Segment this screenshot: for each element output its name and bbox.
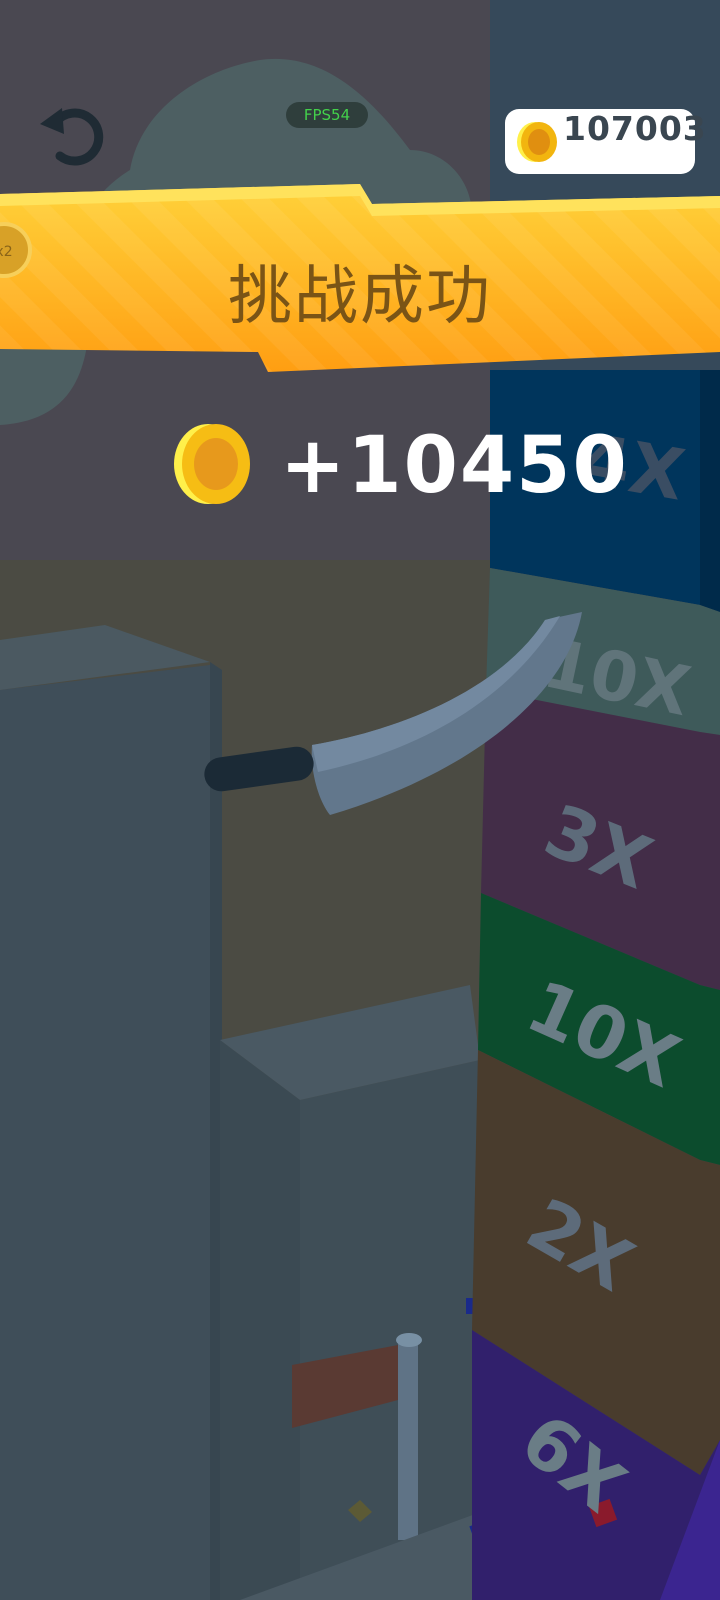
restart-button[interactable] (36, 100, 108, 168)
flag-pole-top (396, 1333, 422, 1347)
coin-balance-panel: 107003 (505, 109, 707, 174)
multiplier-tower: 4X 10X 3X 10X 2X 6X (472, 370, 720, 1600)
reward-amount: +10450 (280, 421, 629, 511)
restart-icon (40, 108, 104, 166)
flag-pole (398, 1340, 418, 1540)
fps-counter: FPS54 (286, 102, 368, 128)
left-pillar-front (0, 665, 210, 1600)
coin-icon (174, 424, 250, 504)
coin-balance-value: 107003 (563, 109, 707, 148)
side-badge-label: x2 (0, 244, 13, 260)
platform-side (220, 1040, 300, 1600)
coin-icon (517, 122, 557, 162)
platform-front (300, 1060, 480, 1600)
game-screen: 4X 10X 3X 10X 2X 6X FPS54 107003 2 挑战成功 … (0, 0, 720, 1600)
success-title: 挑战成功 (228, 260, 492, 334)
tower-block-side (700, 370, 720, 612)
